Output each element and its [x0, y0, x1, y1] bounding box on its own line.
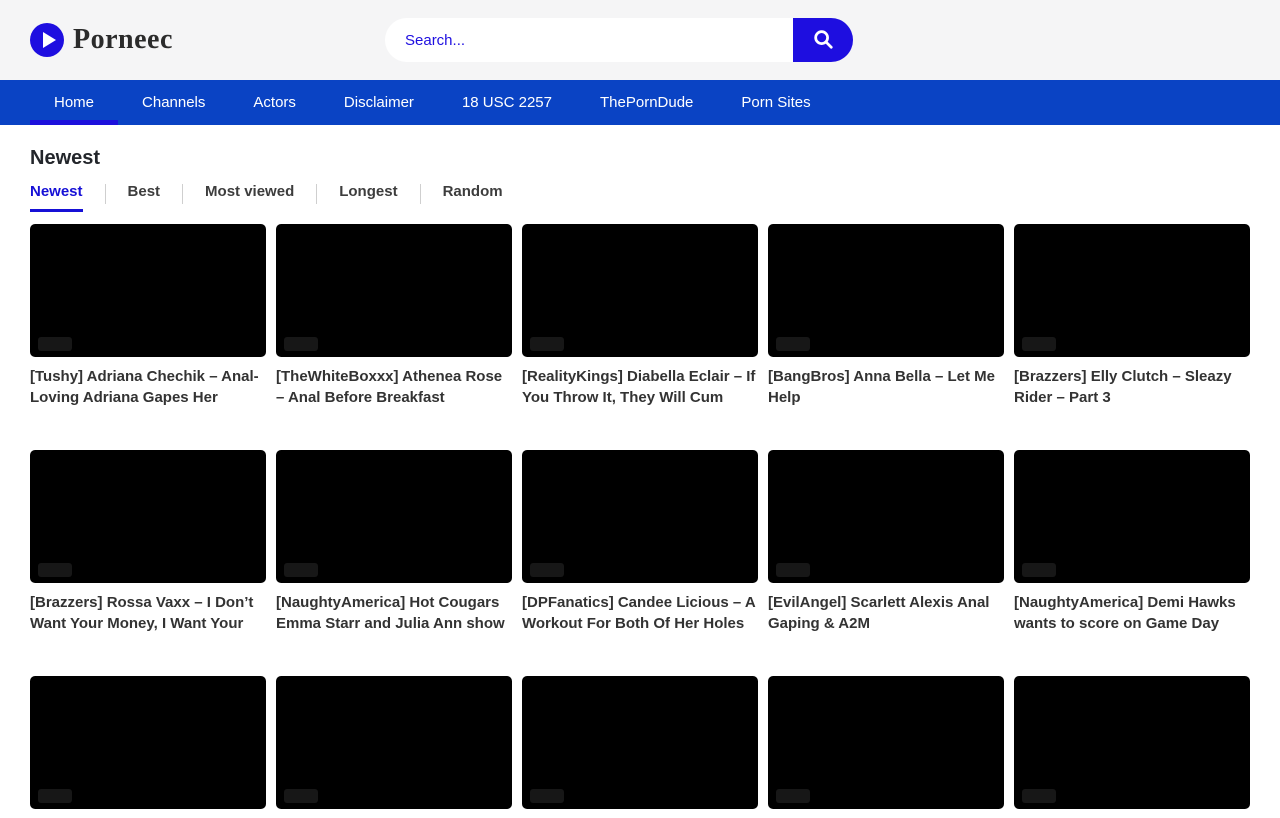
- search-bar: [385, 18, 853, 62]
- duration-badge: [284, 789, 318, 803]
- video-thumbnail[interactable]: [30, 676, 266, 809]
- video-title[interactable]: [Brazzers] Elly Clutch – Sleazy Rider – …: [1014, 366, 1250, 408]
- video-thumbnail[interactable]: [522, 676, 758, 809]
- play-icon: [30, 23, 64, 57]
- nav-item-home[interactable]: Home: [30, 80, 118, 125]
- site-logo-text: Porneec: [73, 24, 173, 56]
- duration-badge: [38, 337, 72, 351]
- video-card[interactable]: [NaughtyAmerica] Hot Cougars Emma Starr …: [276, 450, 512, 634]
- nav-item-disclaimer[interactable]: Disclaimer: [320, 80, 438, 125]
- video-card[interactable]: [Brazzers] Rossa Vaxx – I Don’t Want You…: [30, 450, 266, 634]
- video-card[interactable]: [Brazzers] Elly Clutch – Sleazy Rider – …: [1014, 224, 1250, 408]
- video-title[interactable]: [Brazzers] Rossa Vaxx – I Don’t Want You…: [30, 592, 266, 634]
- duration-badge: [1022, 563, 1056, 577]
- duration-badge: [284, 337, 318, 351]
- video-card[interactable]: [522, 676, 758, 818]
- site-header: Porneec: [0, 0, 1280, 80]
- duration-badge: [38, 789, 72, 803]
- video-thumbnail[interactable]: [276, 450, 512, 583]
- tab-best[interactable]: Best: [128, 183, 161, 212]
- duration-badge: [1022, 337, 1056, 351]
- nav-item-label: 18 USC 2257: [462, 94, 552, 111]
- nav-item-label: Channels: [142, 94, 205, 111]
- video-thumbnail[interactable]: [30, 450, 266, 583]
- nav-item-label: Porn Sites: [741, 94, 810, 111]
- search-input[interactable]: [385, 18, 793, 62]
- video-thumbnail[interactable]: [30, 224, 266, 357]
- search-button[interactable]: [793, 18, 853, 62]
- nav-item-label: Actors: [253, 94, 296, 111]
- video-thumbnail[interactable]: [768, 450, 1004, 583]
- video-card[interactable]: [TheWhiteBoxxx] Athenea Rose – Anal Befo…: [276, 224, 512, 408]
- nav-item-label: ThePornDude: [600, 94, 693, 111]
- duration-badge: [530, 337, 564, 351]
- nav-item-label: Disclaimer: [344, 94, 414, 111]
- nav-item-18-usc-2257[interactable]: 18 USC 2257: [438, 80, 576, 125]
- nav-item-label: Home: [54, 94, 94, 111]
- video-thumbnail[interactable]: [276, 676, 512, 809]
- tab-divider: [182, 184, 183, 204]
- tab-most-viewed[interactable]: Most viewed: [205, 183, 294, 212]
- nav-item-porn-sites[interactable]: Porn Sites: [717, 80, 834, 125]
- tab-random[interactable]: Random: [443, 183, 503, 212]
- video-thumbnail[interactable]: [522, 224, 758, 357]
- tab-divider: [105, 184, 106, 204]
- tab-divider: [420, 184, 421, 204]
- video-grid: [Tushy] Adriana Chechik – Anal-Loving Ad…: [30, 224, 1250, 818]
- video-title[interactable]: [RealityKings] Diabella Eclair – If You …: [522, 366, 758, 408]
- tab-newest[interactable]: Newest: [30, 183, 83, 212]
- video-title[interactable]: [EvilAngel] Scarlett Alexis Anal Gaping …: [768, 592, 1004, 634]
- duration-badge: [776, 337, 810, 351]
- video-thumbnail[interactable]: [1014, 676, 1250, 809]
- duration-badge: [38, 563, 72, 577]
- page-title: Newest: [30, 147, 1250, 170]
- video-card[interactable]: [30, 676, 266, 818]
- main-content: Newest Newest Best Most viewed Longest R…: [0, 125, 1280, 818]
- video-title[interactable]: [TheWhiteBoxxx] Athenea Rose – Anal Befo…: [276, 366, 512, 408]
- video-card[interactable]: [DPFanatics] Candee Licious – A Workout …: [522, 450, 758, 634]
- video-card[interactable]: [768, 676, 1004, 818]
- video-thumbnail[interactable]: [522, 450, 758, 583]
- tab-longest[interactable]: Longest: [339, 183, 397, 212]
- search-icon: [812, 28, 834, 53]
- duration-badge: [284, 563, 318, 577]
- tab-divider: [316, 184, 317, 204]
- nav-item-actors[interactable]: Actors: [229, 80, 320, 125]
- nav-item-channels[interactable]: Channels: [118, 80, 229, 125]
- video-title[interactable]: [NaughtyAmerica] Demi Hawks wants to sco…: [1014, 592, 1250, 634]
- site-logo[interactable]: Porneec: [30, 0, 173, 80]
- video-card[interactable]: [NaughtyAmerica] Demi Hawks wants to sco…: [1014, 450, 1250, 634]
- video-title[interactable]: [BangBros] Anna Bella – Let Me Help: [768, 366, 1004, 408]
- video-thumbnail[interactable]: [1014, 224, 1250, 357]
- main-nav: Home Channels Actors Disclaimer 18 USC 2…: [0, 80, 1280, 125]
- video-thumbnail[interactable]: [1014, 450, 1250, 583]
- video-title[interactable]: [Tushy] Adriana Chechik – Anal-Loving Ad…: [30, 366, 266, 408]
- duration-badge: [530, 789, 564, 803]
- video-thumbnail[interactable]: [768, 676, 1004, 809]
- video-title[interactable]: [NaughtyAmerica] Hot Cougars Emma Starr …: [276, 592, 512, 634]
- video-card[interactable]: [Tushy] Adriana Chechik – Anal-Loving Ad…: [30, 224, 266, 408]
- duration-badge: [530, 563, 564, 577]
- sort-tabs: Newest Best Most viewed Longest Random: [30, 183, 1250, 212]
- video-card[interactable]: [1014, 676, 1250, 818]
- video-card[interactable]: [276, 676, 512, 818]
- video-thumbnail[interactable]: [276, 224, 512, 357]
- nav-item-theporndude[interactable]: ThePornDude: [576, 80, 717, 125]
- video-card[interactable]: [BangBros] Anna Bella – Let Me Help: [768, 224, 1004, 408]
- duration-badge: [1022, 789, 1056, 803]
- duration-badge: [776, 789, 810, 803]
- video-title[interactable]: [DPFanatics] Candee Licious – A Workout …: [522, 592, 758, 634]
- video-card[interactable]: [EvilAngel] Scarlett Alexis Anal Gaping …: [768, 450, 1004, 634]
- duration-badge: [776, 563, 810, 577]
- video-card[interactable]: [RealityKings] Diabella Eclair – If You …: [522, 224, 758, 408]
- video-thumbnail[interactable]: [768, 224, 1004, 357]
